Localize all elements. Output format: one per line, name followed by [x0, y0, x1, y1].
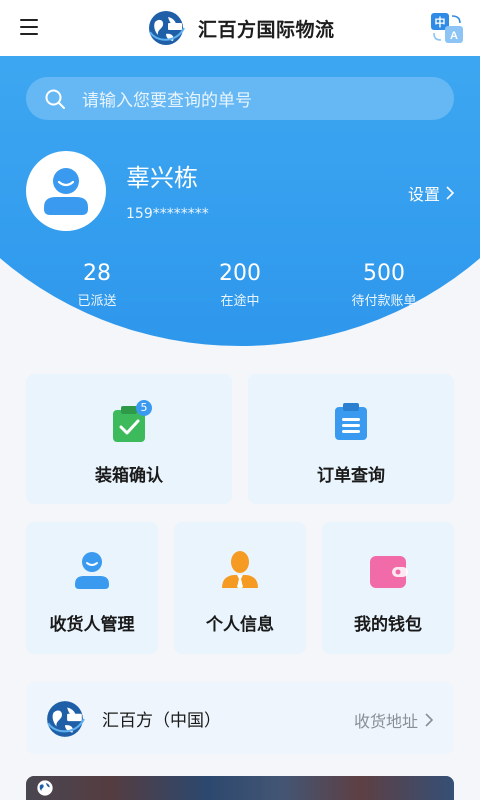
card-label: 我的钱包 — [354, 615, 422, 635]
card-label: 装箱确认 — [95, 466, 163, 486]
search-placeholder: 请输入您要查询的单号 — [82, 91, 252, 111]
banner-strip — [26, 776, 454, 800]
personal-info-card[interactable]: 个人信息 — [174, 522, 306, 654]
user-avatar-icon — [44, 168, 88, 215]
stat-label: 已派送 — [77, 294, 117, 309]
company-row[interactable]: 汇百方（中国） 收货地址 — [26, 682, 454, 754]
user-name: 辜兴栋 — [126, 164, 198, 192]
card-label: 收货人管理 — [49, 615, 135, 635]
notification-badge: 5 — [136, 400, 152, 416]
stat-unpaid-bills[interactable]: 500 待付款账单 — [324, 261, 444, 309]
order-query-card[interactable]: 订单查询 — [248, 374, 454, 504]
chevron-right-icon — [446, 186, 455, 200]
person-tie-icon — [222, 551, 258, 589]
shipping-address-link[interactable]: 收货地址 — [354, 708, 434, 732]
stat-delivered[interactable]: 28 已派送 — [37, 261, 157, 309]
promo-banner[interactable] — [26, 776, 454, 800]
svg-text:中: 中 — [435, 15, 446, 29]
user-icon — [75, 552, 109, 589]
globe-logo-icon — [37, 780, 53, 796]
wallet-icon — [370, 556, 408, 588]
settings-label: 设置 — [408, 185, 441, 204]
globe-logo-icon — [149, 11, 185, 45]
user-phone: 159******** — [126, 206, 209, 222]
stat-in-transit[interactable]: 200 在途中 — [180, 261, 300, 309]
card-label: 个人信息 — [206, 615, 274, 635]
card-label: 订单查询 — [317, 466, 385, 486]
app-title: 汇百方国际物流 — [198, 18, 335, 41]
my-wallet-card[interactable]: 我的钱包 — [322, 522, 454, 654]
top-app-bar: 汇百方国际物流 中 A — [0, 0, 480, 56]
svg-text:A: A — [450, 30, 458, 42]
brand: 汇百方国际物流 — [146, 8, 335, 48]
translate-icon[interactable]: 中 A — [430, 12, 464, 44]
stat-value: 500 — [363, 261, 405, 286]
stat-label: 在途中 — [220, 294, 260, 309]
stat-value: 200 — [219, 261, 261, 286]
consignee-manage-card[interactable]: 收货人管理 — [26, 522, 158, 654]
stat-value: 28 — [83, 261, 111, 286]
chevron-right-icon — [425, 713, 434, 727]
company-name: 汇百方（中国） — [102, 711, 221, 731]
packing-confirm-card[interactable]: 5 装箱确认 — [26, 374, 232, 504]
settings-link[interactable]: 设置 — [408, 181, 455, 205]
menu-icon[interactable] — [20, 19, 42, 37]
profile-header: 请输入您要查询的单号 辜兴栋 159******** 设置 28 已派送 200… — [0, 56, 480, 348]
avatar[interactable] — [26, 151, 106, 231]
clipboard-list-icon — [335, 403, 367, 440]
search-icon — [45, 89, 65, 109]
search-input[interactable]: 请输入您要查询的单号 — [26, 77, 454, 120]
globe-logo-icon — [47, 701, 85, 737]
stat-label: 待付款账单 — [351, 294, 417, 309]
shipping-address-label: 收货地址 — [354, 712, 419, 731]
